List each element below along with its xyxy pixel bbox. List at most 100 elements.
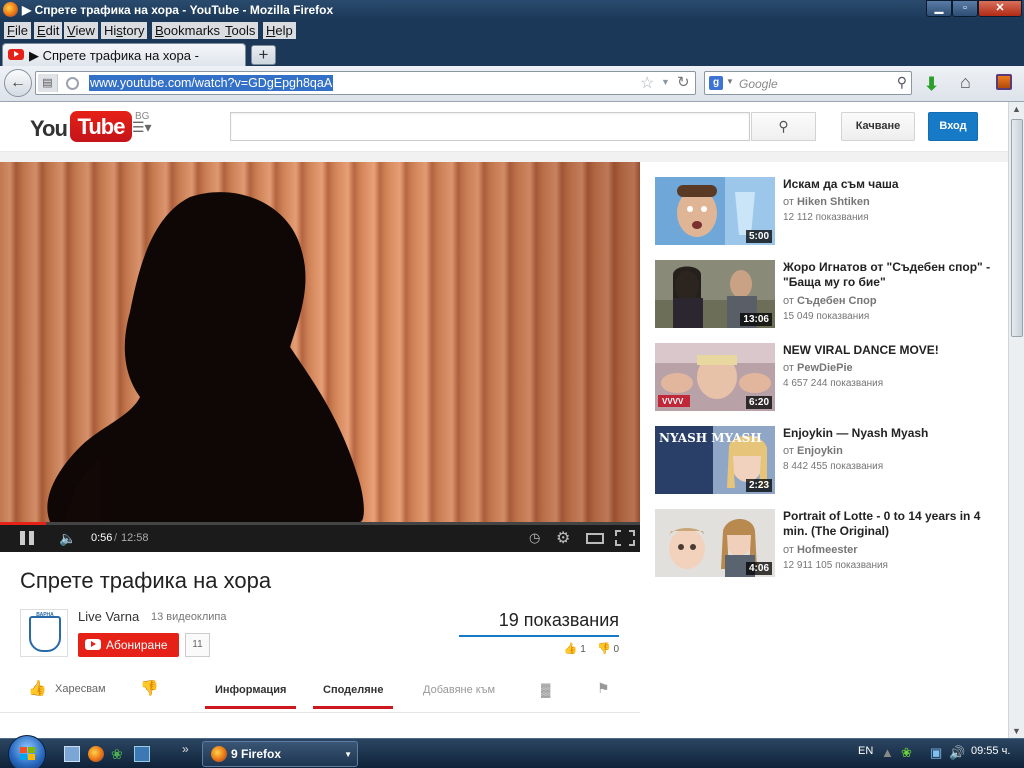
menu-help[interactable]: Help [263, 22, 296, 39]
menu-bar: File Edit View History Bookmarks Tools H… [0, 20, 1024, 40]
upload-button[interactable]: Качване [841, 112, 915, 141]
language-indicator[interactable]: EN [858, 745, 873, 757]
video-thumbnail[interactable]: VVVV 6:20 [655, 343, 775, 411]
addon-icon[interactable] [996, 74, 1012, 90]
search-icon: ⚲ [778, 118, 789, 134]
page-list-icon[interactable]: ▤ [38, 74, 58, 92]
thumb-caption: VVVV [662, 397, 684, 406]
menu-tools[interactable]: Tools [222, 22, 259, 39]
window-controls: ▁ ▫ ✕ [926, 0, 1022, 17]
start-button[interactable] [8, 735, 46, 768]
history-dropdown-icon[interactable]: ▼ [661, 77, 670, 87]
related-title[interactable]: NEW VIRAL DANCE MOVE! [783, 343, 998, 358]
youtube-search-input[interactable] [230, 112, 750, 141]
search-icon[interactable]: ⚲ [897, 74, 907, 91]
channel-video-count: 13 видеоклипа [151, 611, 227, 623]
video-thumbnail[interactable]: 5:00 [655, 177, 775, 245]
minimize-button[interactable]: ▁ [926, 0, 952, 17]
close-button[interactable]: ✕ [978, 0, 1022, 17]
taskbar-firefox-group[interactable]: 9 Firefox ▼ [202, 741, 358, 767]
tab-youtube[interactable]: ▶ Спрете трафика на хора - YouTube [2, 43, 246, 79]
related-title[interactable]: Искам да съм чаша [783, 177, 998, 192]
clover-app-icon[interactable]: ❀ [111, 746, 127, 762]
channel-name[interactable]: Live Varna [78, 609, 139, 624]
player-controls: 🔈 0:56 / 12:58 ◷ ⚙ [0, 525, 640, 552]
watch-later-icon[interactable]: ◷ [529, 530, 540, 546]
address-bar[interactable]: ▤ www.youtube.com/watch?v=GDgEpgh8qaA ☆ … [35, 71, 696, 95]
tab-info[interactable]: Информация [204, 684, 297, 709]
dislike-icon[interactable]: 👎 [140, 679, 159, 697]
menu-bookmarks[interactable]: Bookmarks [152, 22, 224, 39]
navigation-toolbar: ← ▤ www.youtube.com/watch?v=GDgEpgh8qaA … [0, 66, 1024, 102]
tray-app-icon[interactable]: ❀ [901, 745, 912, 761]
remote-desktop-icon[interactable] [134, 746, 150, 762]
volume-tray-icon[interactable]: 🔊 [949, 745, 965, 761]
settings-gear-icon[interactable]: ⚙ [556, 528, 570, 548]
related-item[interactable]: 4:06 Portrait of Lotte - 0 to 14 years i… [655, 509, 1000, 579]
home-icon[interactable]: ⌂ [960, 72, 971, 93]
back-button[interactable]: ← [4, 69, 32, 97]
url-text[interactable]: www.youtube.com/watch?v=GDgEpgh8qaA [89, 75, 334, 91]
menu-history[interactable]: History [101, 22, 148, 39]
related-item[interactable]: 5:00 Искам да съм чаша от Hiken Shtiken … [655, 177, 1000, 247]
scroll-down-icon[interactable]: ▼ [1012, 726, 1021, 736]
menu-file[interactable]: File [4, 22, 31, 39]
search-input[interactable]: Google [739, 77, 778, 91]
video-frame[interactable] [0, 162, 640, 522]
clock[interactable]: 09:55 ч. [971, 745, 1010, 757]
action-bar: 👍 Харесвам 👎 Информация Споделяне Добавя… [0, 670, 640, 715]
bookmark-star-icon[interactable]: ☆ [640, 73, 654, 93]
window-title: ▶ Спрете трафика на хора - YouTube - Moz… [22, 3, 334, 17]
volume-icon[interactable]: 🔈 [59, 530, 76, 547]
related-title[interactable]: Enjoykin — Nyash Myash [783, 426, 998, 441]
search-bar[interactable]: g ▼ Google ⚲ [704, 71, 912, 95]
logo-you-text: You [30, 116, 68, 141]
reload-icon[interactable]: ↻ [677, 73, 690, 91]
engine-dropdown-icon[interactable]: ▼ [726, 77, 734, 86]
network-icon[interactable]: ▣ [930, 745, 942, 761]
related-title[interactable]: Жоро Игнатов от "Съдебен спор" - "Баща м… [783, 260, 998, 290]
site-identity-icon[interactable] [66, 77, 79, 90]
maximize-button[interactable]: ▫ [952, 0, 978, 17]
video-thumbnail[interactable]: NYASH MYASH 2:23 [655, 426, 775, 494]
like-icon[interactable]: 👍 [28, 679, 47, 697]
statistics-icon[interactable]: ▓ [541, 682, 550, 697]
windows-flag-icon [20, 747, 36, 761]
tab-add-to[interactable]: Добавяне към [423, 684, 495, 696]
scrollbar-thumb[interactable] [1011, 119, 1023, 337]
related-item[interactable]: VVVV 6:20 NEW VIRAL DANCE MOVE! от PewDi… [655, 343, 1000, 413]
menu-edit[interactable]: Edit [34, 22, 63, 39]
sentiment-bar [459, 635, 619, 637]
like-count-icon[interactable]: 👍 [564, 643, 578, 655]
report-flag-icon[interactable]: ⚑ [597, 680, 610, 697]
menu-view[interactable]: View [64, 22, 98, 39]
tray-expand-icon[interactable]: ▲ [881, 745, 894, 760]
fullscreen-icon[interactable] [615, 530, 635, 546]
new-tab-button[interactable]: + [251, 45, 276, 65]
youtube-search-button[interactable]: ⚲ [751, 112, 816, 141]
download-icon[interactable]: ⬇ [924, 74, 939, 95]
related-item[interactable]: 13:06 Жоро Игнатов от "Съдебен спор" - "… [655, 260, 1000, 330]
related-views: 12 911 105 показвания [783, 560, 888, 571]
dislike-count-icon[interactable]: 👎 [597, 643, 611, 655]
window-titlebar: ▶ Спрете трафика на хора - YouTube - Moz… [0, 0, 1024, 20]
video-thumbnail[interactable]: 13:06 [655, 260, 775, 328]
quicklaunch-more-icon[interactable]: » [182, 742, 189, 756]
show-desktop-icon[interactable] [64, 746, 80, 762]
google-engine-icon[interactable]: g [709, 76, 723, 90]
like-button-label[interactable]: Харесвам [55, 683, 106, 695]
firefox-quicklaunch-icon[interactable] [88, 746, 104, 762]
scroll-up-icon[interactable]: ▲ [1012, 104, 1021, 114]
channel-avatar[interactable]: ВАРНА [20, 609, 68, 657]
guide-menu-icon[interactable]: ☰▾ [132, 119, 152, 136]
pause-icon[interactable] [20, 531, 35, 545]
video-player[interactable]: 🔈 0:56 / 12:58 ◷ ⚙ [0, 162, 640, 552]
theater-mode-icon[interactable] [586, 533, 604, 544]
subscribe-button[interactable]: Абониране [78, 633, 179, 657]
tab-share[interactable]: Споделяне [312, 684, 394, 709]
video-thumbnail[interactable]: 4:06 [655, 509, 775, 577]
vertical-scrollbar[interactable]: ▲ ▼ [1008, 102, 1024, 738]
related-title[interactable]: Portrait of Lotte - 0 to 14 years in 4 m… [783, 509, 998, 539]
related-item[interactable]: NYASH MYASH 2:23 Enjoykin — Nyash Myash … [655, 426, 1000, 496]
sign-in-button[interactable]: Вход [928, 112, 978, 141]
